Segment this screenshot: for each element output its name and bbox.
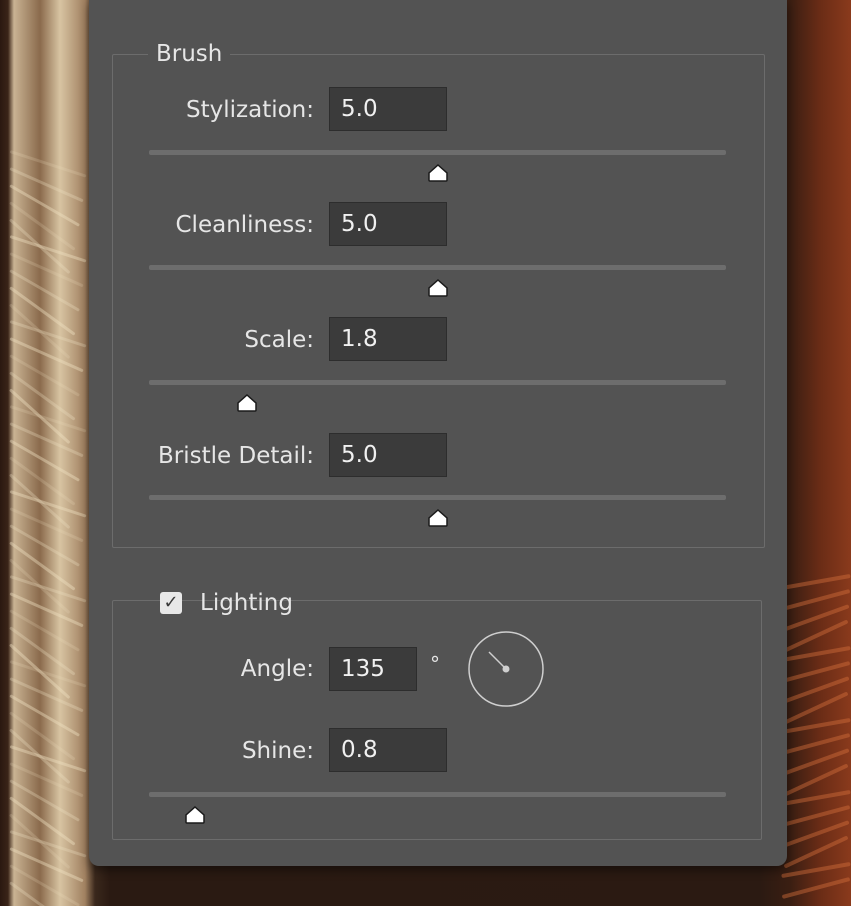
lighting-group (112, 600, 762, 840)
shine-slider-track[interactable] (149, 792, 726, 797)
cleanliness-input[interactable]: 5.0 (329, 202, 447, 246)
bristle-detail-input[interactable]: 5.0 (329, 433, 447, 477)
angle-dial-center (502, 665, 510, 673)
lighting-checkbox[interactable]: ✓ (160, 592, 182, 614)
stylization-label: Stylization: (186, 97, 314, 123)
fur-stroke (9, 779, 81, 822)
stylization-slider-thumb[interactable] (427, 164, 449, 182)
angle-unit: ° (430, 652, 440, 676)
fur-stroke (9, 864, 81, 906)
fur-stroke (781, 877, 851, 899)
scale-slider-track[interactable] (149, 380, 726, 385)
lighting-group-title: Lighting (200, 590, 293, 616)
fur-stroke (9, 524, 81, 567)
angle-input[interactable]: 135 (329, 647, 417, 691)
cleanliness-slider-track[interactable] (149, 265, 726, 270)
brush-group-title: Brush (148, 39, 231, 69)
scale-input[interactable]: 1.8 (329, 317, 447, 361)
bristle-detail-slider-thumb[interactable] (427, 509, 449, 527)
fur-stroke (9, 694, 81, 737)
cleanliness-slider-thumb[interactable] (427, 279, 449, 297)
fur-stroke (781, 573, 851, 591)
oil-paint-dialog-screenshot: Brush Stylization: 5.0 Cleanliness: 5.0 … (0, 0, 851, 906)
oil-paint-panel: Brush Stylization: 5.0 Cleanliness: 5.0 … (89, 0, 787, 866)
shine-label: Shine: (241, 738, 314, 764)
shine-input[interactable]: 0.8 (329, 728, 447, 772)
fur-stroke (9, 439, 81, 482)
stylization-input[interactable]: 5.0 (329, 87, 447, 131)
scale-label: Scale: (244, 327, 314, 353)
shine-slider-thumb[interactable] (184, 806, 206, 824)
angle-label: Angle: (240, 656, 314, 682)
fur-stroke (9, 184, 81, 227)
angle-dial[interactable] (467, 630, 545, 708)
bristle-detail-label: Bristle Detail: (158, 443, 314, 469)
stylization-slider-track[interactable] (149, 150, 726, 155)
bristle-detail-slider-track[interactable] (149, 495, 726, 500)
angle-dial-needle (488, 651, 507, 670)
fur-stroke (9, 609, 81, 652)
fur-stroke (9, 354, 81, 397)
cleanliness-label: Cleanliness: (175, 212, 315, 238)
scale-slider-thumb[interactable] (236, 394, 258, 412)
fur-stroke (9, 269, 81, 312)
